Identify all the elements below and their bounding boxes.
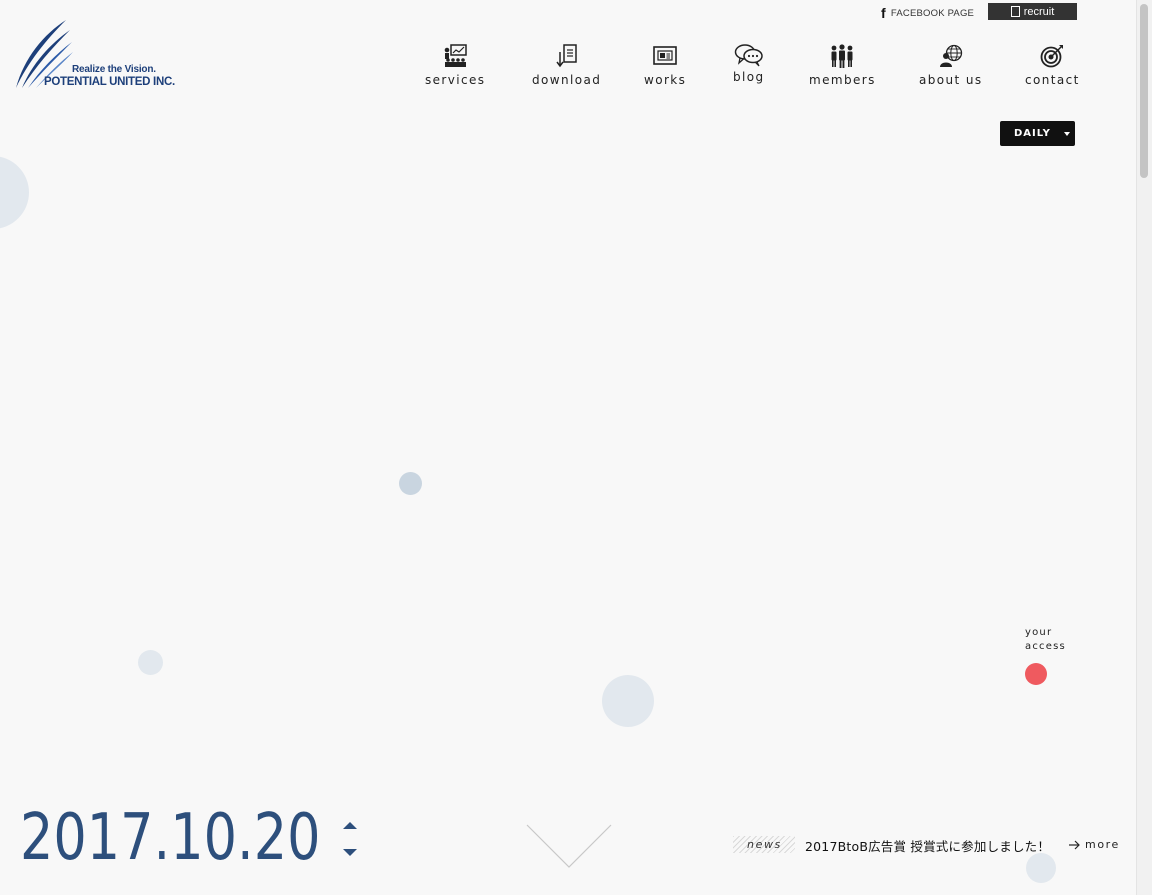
scroll-down-chevron-icon[interactable] bbox=[526, 824, 612, 870]
your-access-line2: access bbox=[1025, 641, 1066, 652]
page-scrollbar[interactable] bbox=[1136, 0, 1152, 895]
facebook-page-link[interactable]: f FACEBOOK PAGE bbox=[881, 5, 974, 21]
your-access-label: your access bbox=[1025, 626, 1075, 654]
decor-circle bbox=[138, 650, 163, 675]
nav-services-label: services bbox=[425, 73, 486, 87]
nav-about-us-label: about us bbox=[919, 73, 983, 87]
chat-bubbles-icon bbox=[734, 44, 763, 67]
nav-blog[interactable]: blog bbox=[733, 43, 765, 84]
facebook-icon: f bbox=[881, 5, 886, 21]
recruit-button[interactable]: recruit bbox=[988, 3, 1077, 20]
news-more-label: more bbox=[1085, 838, 1120, 851]
page: Realize the Vision. POTENTIAL UNITED INC… bbox=[0, 0, 1152, 895]
nav-members[interactable]: members bbox=[809, 44, 876, 87]
company-logo[interactable]: Realize the Vision. POTENTIAL UNITED INC… bbox=[14, 18, 204, 90]
facebook-page-label: FACEBOOK PAGE bbox=[890, 7, 975, 19]
logo-tagline: Realize the Vision. bbox=[72, 64, 156, 75]
view-period-value: DAILY bbox=[1014, 128, 1051, 139]
arrow-right-icon bbox=[1069, 840, 1080, 849]
decor-circle bbox=[0, 156, 29, 229]
decor-circle bbox=[602, 675, 654, 727]
current-date: 2017.10.20 bbox=[20, 801, 321, 875]
nav-contact[interactable]: contact bbox=[1025, 44, 1080, 87]
presentation-icon bbox=[444, 44, 467, 67]
news-tag: news bbox=[733, 836, 795, 853]
document-icon bbox=[1010, 6, 1020, 17]
scrollbar-thumb[interactable] bbox=[1140, 4, 1148, 178]
recruit-label: recruit bbox=[1023, 5, 1055, 18]
date-prev-arrow-icon[interactable] bbox=[343, 849, 357, 856]
globe-person-icon bbox=[939, 44, 962, 67]
date-next-arrow-icon[interactable] bbox=[343, 822, 357, 829]
decor-circle bbox=[399, 472, 422, 495]
nav-members-label: members bbox=[809, 73, 876, 87]
your-access-marker[interactable] bbox=[1025, 663, 1047, 685]
nav-download-label: download bbox=[532, 73, 602, 87]
caret-down-icon bbox=[1064, 132, 1070, 136]
nav-blog-label: blog bbox=[733, 70, 765, 84]
nav-contact-label: contact bbox=[1025, 73, 1080, 87]
nav-works-label: works bbox=[644, 73, 687, 87]
view-period-select[interactable]: DAILY bbox=[1000, 121, 1075, 146]
nav-about-us[interactable]: about us bbox=[919, 44, 983, 87]
news-more-link[interactable]: more bbox=[1069, 838, 1120, 851]
logo-company-name: POTENTIAL UNITED INC. bbox=[44, 76, 175, 88]
your-access-line1: your bbox=[1025, 627, 1053, 638]
nav-services[interactable]: services bbox=[425, 44, 485, 87]
monitor-icon bbox=[653, 46, 677, 65]
news-headline-link[interactable]: 2017BtoB広告賞 授賞式に参加しました！ bbox=[805, 836, 1050, 855]
people-icon bbox=[831, 44, 853, 68]
date-stepper bbox=[343, 822, 357, 858]
target-icon bbox=[1040, 45, 1064, 68]
nav-works[interactable]: works bbox=[644, 44, 686, 87]
decor-circle bbox=[1026, 853, 1056, 883]
download-icon bbox=[556, 44, 577, 68]
nav-download[interactable]: download bbox=[532, 44, 601, 87]
